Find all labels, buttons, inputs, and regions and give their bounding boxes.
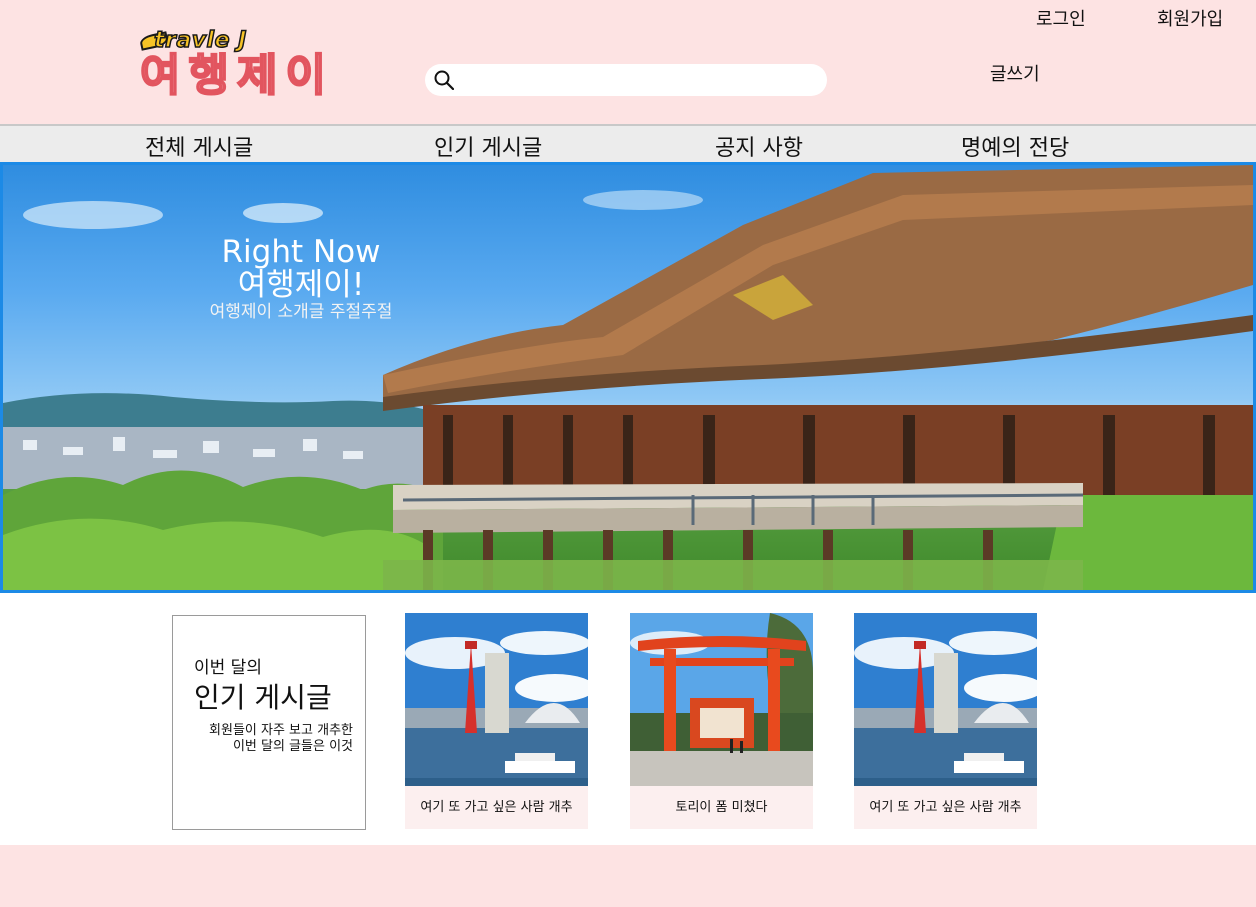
- hero-subtitle: 여행제이!: [237, 267, 365, 303]
- temple-photo: [3, 165, 1253, 590]
- popular-intro-title: 인기 게시글: [194, 681, 332, 714]
- nav-hall-of-fame[interactable]: 명예의 전당: [961, 130, 1069, 162]
- popular-intro-box: 이번 달의 인기 게시글 회원들이 자주 보고 개추한 이번 달의 글들은 이것: [172, 615, 366, 830]
- write-post-link[interactable]: 글쓰기: [990, 60, 1040, 86]
- post-title[interactable]: 토리이 폼 미쳤다: [630, 786, 813, 829]
- logo-title: 여행제이: [139, 49, 334, 102]
- hero-title: Right Now: [221, 234, 381, 270]
- post-title[interactable]: 여기 또 가고 싶은 사람 개추: [854, 786, 1037, 829]
- site-header: travle J 여행제이 로그인 회원가입 글쓰기: [0, 0, 1256, 124]
- site-logo[interactable]: travle J 여행제이: [138, 27, 362, 104]
- main-nav: 전체 게시글 인기 게시글 공지 사항 명예의 전당: [0, 124, 1256, 164]
- search-icon[interactable]: [434, 70, 454, 90]
- popular-intro-description: 회원들이 자주 보고 개추한 이번 달의 글들은 이것: [183, 723, 353, 755]
- nav-all-posts[interactable]: 전체 게시글: [145, 130, 253, 162]
- post-title[interactable]: 여기 또 가고 싶은 사람 개추: [405, 786, 588, 829]
- nav-notices[interactable]: 공지 사항: [715, 130, 803, 162]
- hero-description: 여행제이 소개글 주절주절: [209, 302, 393, 322]
- post-thumbnail[interactable]: [630, 613, 813, 786]
- nav-popular-posts[interactable]: 인기 게시글: [434, 130, 542, 162]
- site-footer: [0, 845, 1256, 907]
- post-card[interactable]: 토리이 폼 미쳤다: [630, 613, 813, 829]
- signup-link[interactable]: 회원가입: [1157, 5, 1223, 31]
- hero-banner[interactable]: Right Now 여행제이! 여행제이 소개글 주절주절: [0, 162, 1256, 593]
- post-thumbnail[interactable]: [854, 613, 1037, 786]
- post-card[interactable]: 여기 또 가고 싶은 사람 개추: [854, 613, 1037, 829]
- search-bar[interactable]: [425, 64, 827, 96]
- login-link[interactable]: 로그인: [1036, 5, 1086, 31]
- post-thumbnail[interactable]: [405, 613, 588, 786]
- popular-posts-section: 이번 달의 인기 게시글 회원들이 자주 보고 개추한 이번 달의 글들은 이것: [0, 593, 1256, 845]
- popular-intro-desc-line2: 이번 달의 글들은 이것: [232, 739, 353, 754]
- popular-intro-small: 이번 달의: [194, 658, 262, 678]
- hero-text: Right Now 여행제이! 여행제이 소개글 주절주절: [163, 235, 439, 323]
- page: travle J 여행제이 로그인 회원가입 글쓰기 전체 게시글 인기 게시글…: [0, 0, 1256, 907]
- post-card[interactable]: 여기 또 가고 싶은 사람 개추: [405, 613, 588, 829]
- popular-intro-desc-line1: 회원들이 자주 보고 개추한: [209, 723, 353, 738]
